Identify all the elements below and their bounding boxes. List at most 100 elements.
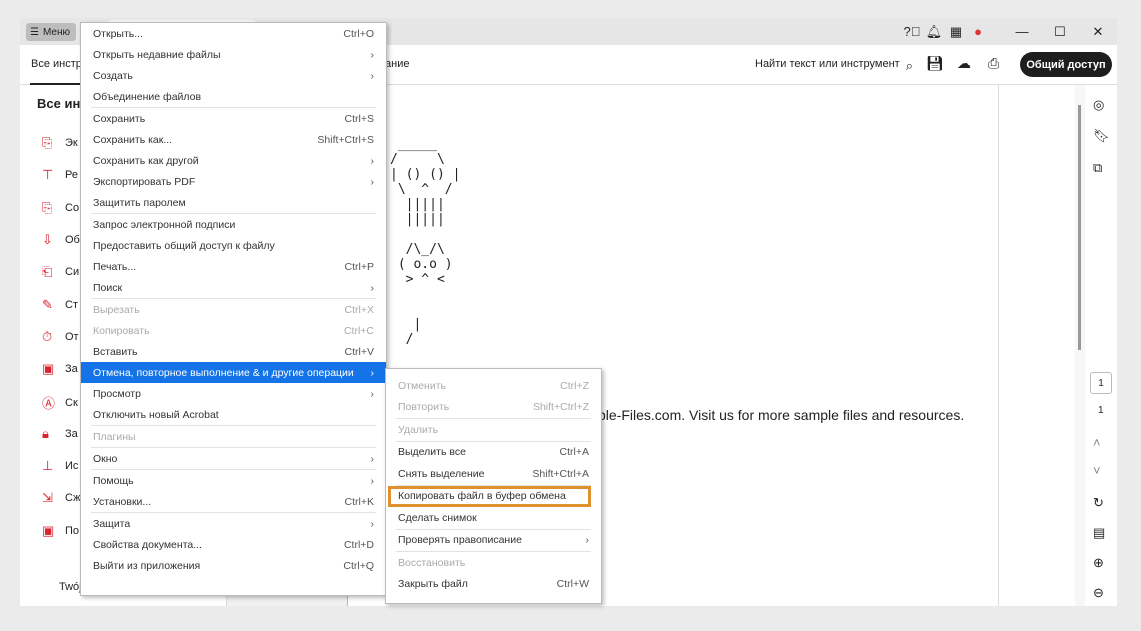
menu-item-просмотр[interactable]: Просмотр › — [81, 383, 386, 404]
menu-item-label: Восстановить — [398, 556, 466, 569]
tab-all-tools[interactable]: Все инстру — [31, 58, 87, 70]
menu-button[interactable]: ☰ Меню — [26, 23, 76, 41]
menu-item-сохранить-как[interactable]: Сохранить как... Shift+Ctrl+S — [81, 129, 386, 150]
menu-item-объединение-файлов[interactable]: Объединение файлов — [81, 86, 386, 107]
tool-label: Об — [65, 233, 80, 246]
tool-icon: ⏱ — [42, 328, 53, 344]
tool-item[interactable]: ⏱ От — [42, 329, 79, 345]
chevron-right-icon: › — [370, 474, 375, 487]
menu-item-печать[interactable]: Печать... Ctrl+P — [81, 256, 386, 277]
shortcut: Ctrl+V — [344, 345, 374, 358]
tool-item[interactable]: ✎ Ст — [42, 297, 78, 313]
pages-icon[interactable]: ⧉ — [1093, 160, 1102, 176]
avatar[interactable]: ● — [967, 24, 989, 39]
apps-icon[interactable]: ▦ — [945, 24, 967, 40]
menu-item-label: Проверять правописание — [398, 534, 522, 547]
menu-item-label: Закрыть файл — [398, 578, 468, 591]
zoom-in-icon[interactable]: ⊕ — [1093, 555, 1104, 571]
chevron-right-icon: › — [370, 48, 375, 61]
print-icon[interactable]: ⎙ — [988, 55, 999, 72]
tool-item[interactable]: ⇲ Сж — [42, 490, 81, 506]
menu-item-label: Сохранить — [93, 112, 146, 125]
minimize-icon[interactable]: — — [1003, 24, 1041, 39]
menu-item-label: Экспортировать PDF — [93, 175, 196, 188]
tool-item[interactable]: ▣ За — [42, 361, 78, 377]
chevron-right-icon: › — [370, 517, 375, 530]
menu-label: Меню — [42, 26, 70, 38]
menu-item-создать[interactable]: Создать › — [81, 65, 386, 86]
menu-item-помощь[interactable]: Помощь › — [81, 470, 386, 491]
menu-item-label: Снять выделение — [398, 467, 485, 480]
menu-item-label: Запрос электронной подписи — [93, 218, 236, 231]
menu-item-label: Удалить — [398, 423, 439, 436]
scroll-thumb[interactable] — [1078, 105, 1081, 350]
menu-item-отмена-повторное-выполнение-и-другие-операции[interactable]: Отмена, повторное выполнение & и другие … — [81, 362, 386, 383]
chevron-down-icon[interactable]: ˅ — [1093, 463, 1101, 478]
page-total: 1 — [1098, 405, 1104, 416]
shortcut: Shift+Ctrl+S — [317, 133, 374, 146]
menu-item-сохранить-как-другой[interactable]: Сохранить как другой › — [81, 150, 386, 171]
find-tool[interactable]: Найти текст или инструмент ⌕ — [755, 58, 913, 74]
menu-item-отключить-новый-acrobat[interactable]: Отключить новый Acrobat — [81, 404, 386, 425]
menu-item-закрыть-файл[interactable]: Закрыть файл Ctrl+W — [386, 574, 601, 596]
tool-item[interactable]: ⊤ Ре — [42, 167, 78, 183]
bookmark-icon[interactable]: 🔖︎ — [1093, 128, 1110, 144]
menu-item-label: Сделать снимок — [398, 511, 477, 524]
menu-item-label: Сохранить как... — [93, 133, 173, 146]
menu-item-поиск[interactable]: Поиск › — [81, 277, 386, 298]
menu-item-сделать-снимок[interactable]: Сделать снимок — [386, 507, 601, 529]
menu-item-копировать-файл-в-буфер-обмена[interactable]: Копировать файл в буфер обмена — [388, 485, 591, 507]
tool-item[interactable]: ⇩ Об — [42, 232, 80, 248]
shortcut: Shift+Ctrl+Z — [532, 401, 589, 414]
refresh-icon[interactable]: ↻ — [1093, 495, 1104, 511]
tool-icon: ▣ — [42, 361, 55, 377]
tool-item[interactable]: ⎘ Эк — [42, 135, 78, 151]
menu-item-вставить[interactable]: Вставить Ctrl+V — [81, 341, 386, 362]
menu-item-label: Открыть... — [93, 27, 143, 40]
tool-item[interactable]: Ⓐ Ск — [42, 393, 78, 412]
save-icon[interactable]: 💾︎ — [926, 55, 944, 72]
menu-item-открыть[interactable]: Открыть... Ctrl+O — [81, 23, 386, 44]
menu-item-выделить-все[interactable]: Выделить все Ctrl+A — [386, 442, 601, 464]
share-button[interactable]: Общий доступ — [1020, 52, 1112, 77]
tab-edit[interactable]: ание — [385, 58, 409, 70]
shortcut: Ctrl+W — [556, 578, 589, 591]
upload-cloud-icon[interactable]: ☁︎ — [957, 55, 971, 72]
maximize-icon[interactable]: ☐ — [1041, 24, 1079, 40]
right-rail: ◎ 🔖︎ ⧉ 1 1 ˄ ˅ ↻ ▤ ⊕ ⊖ — [1085, 85, 1117, 606]
help-icon[interactable]: ?⃝ — [901, 24, 923, 39]
menu-item-сохранить[interactable]: Сохранить Ctrl+S — [81, 108, 386, 129]
menu-item-label: Свойства документа... — [93, 538, 202, 551]
menu-item-предоставить-общий-доступ-к-файлу[interactable]: Предоставить общий доступ к файлу — [81, 235, 386, 256]
close-icon[interactable]: ✕ — [1079, 24, 1117, 40]
shortcut: Ctrl+O — [343, 27, 374, 40]
zoom-out-icon[interactable]: ⊖ — [1093, 585, 1104, 601]
bell-icon[interactable]: 🔔︎ — [923, 24, 945, 40]
menu-item-снять-выделение[interactable]: Снять выделение Shift+Ctrl+A — [386, 463, 601, 485]
tool-item[interactable]: ⊥ Ис — [42, 458, 78, 474]
menu-item-открыть-недавние-файлы[interactable]: Открыть недавние файлы › — [81, 44, 386, 65]
menu-item-label: Выйти из приложения — [93, 559, 201, 572]
tool-item[interactable]: ▣ По — [42, 523, 79, 539]
fit-page-icon[interactable]: ▤ — [1093, 525, 1105, 541]
chevron-up-icon[interactable]: ˄ — [1093, 435, 1101, 450]
menu-item-проверять-правописание[interactable]: Проверять правописание › — [386, 530, 601, 552]
tool-icon: 🔒︎ — [42, 425, 49, 441]
tool-item[interactable]: 🔒︎ За — [42, 426, 78, 442]
menu-item-экспортировать-pdf[interactable]: Экспортировать PDF › — [81, 171, 386, 192]
menu-item-свойства-документа[interactable]: Свойства документа... Ctrl+D — [81, 534, 386, 555]
menu-item-вырезать: Вырезать Ctrl+X — [81, 299, 386, 320]
page-number-input[interactable]: 1 — [1090, 372, 1112, 394]
tool-item[interactable]: ⎘ Со — [42, 200, 79, 216]
menu-item-запрос-электронной-подписи[interactable]: Запрос электронной подписи — [81, 214, 386, 235]
menu-item-установки[interactable]: Установки... Ctrl+K — [81, 491, 386, 512]
tool-item[interactable]: ⎗ Си — [42, 264, 79, 280]
menu-item-окно[interactable]: Окно › — [81, 448, 386, 469]
tool-icon: ⊤ — [42, 167, 54, 183]
menu-item-label: Предоставить общий доступ к файлу — [93, 239, 275, 252]
menu-item-выйти-из-приложения[interactable]: Выйти из приложения Ctrl+Q — [81, 555, 386, 576]
comment-icon[interactable]: ◎ — [1093, 97, 1104, 113]
menu-item-защитить-паролем[interactable]: Защитить паролем — [81, 192, 386, 213]
menu-item-защита[interactable]: Защита › — [81, 513, 386, 534]
vertical-scrollbar[interactable] — [1075, 85, 1085, 606]
